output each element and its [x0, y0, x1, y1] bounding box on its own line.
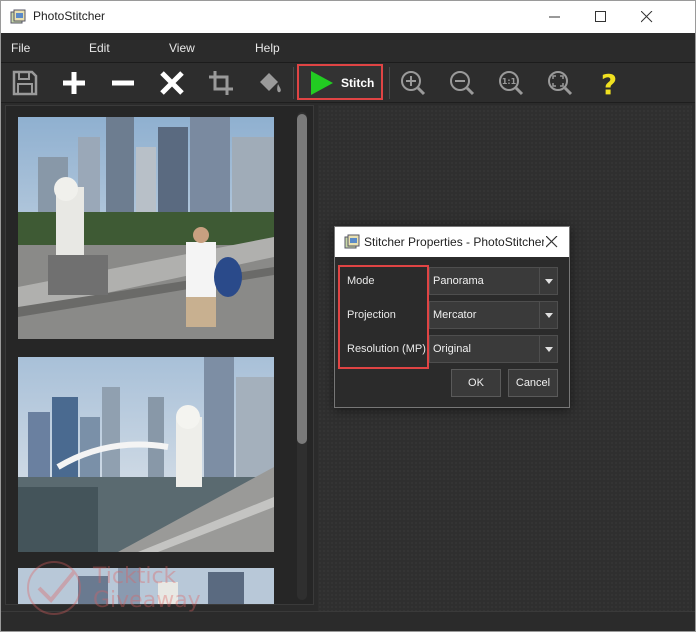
zoom-fit-button[interactable]	[542, 66, 578, 100]
menu-edit[interactable]: Edit	[89, 41, 110, 55]
watermark: Ticktick Giveaway	[19, 556, 229, 616]
mode-dropdown-arrow[interactable]	[539, 268, 557, 294]
menu-view[interactable]: View	[169, 41, 195, 55]
svg-text:1:1: 1:1	[502, 77, 517, 86]
minimize-button[interactable]	[532, 1, 578, 33]
watermark-line-1: Ticktick	[93, 564, 177, 589]
menu-file[interactable]: File	[11, 41, 30, 55]
zoom-actual-icon: 1:1	[499, 71, 524, 96]
resolution-value: Original	[433, 343, 471, 355]
help-icon: ?	[601, 69, 617, 97]
stitcher-properties-dialog: Stitcher Properties - PhotoStitcher Mode…	[334, 226, 570, 408]
dialog-close-button[interactable]	[541, 232, 563, 252]
mode-select[interactable]: Panorama	[429, 267, 558, 295]
dialog-title: Stitcher Properties - PhotoStitcher	[364, 235, 544, 249]
save-button[interactable]	[7, 66, 43, 100]
menu-bar: File Edit View Help	[1, 33, 695, 63]
app-window: PhotoStitcher File Edit View Help Stitch…	[0, 0, 696, 632]
zoom-actual-button[interactable]: 1:1	[493, 66, 529, 100]
toolbar: Stitch 1:1 ?	[1, 63, 695, 103]
projection-label: Projection	[347, 309, 396, 321]
help-button[interactable]: ?	[591, 66, 627, 100]
add-button[interactable]	[56, 66, 92, 100]
close-icon	[546, 236, 558, 248]
checkmark-logo	[27, 561, 81, 615]
zoom-in-icon	[401, 71, 426, 96]
save-icon	[12, 70, 38, 96]
zoom-in-button[interactable]	[395, 66, 431, 100]
title-bar: PhotoStitcher	[1, 1, 695, 33]
cancel-button[interactable]: Cancel	[508, 369, 558, 397]
chevron-down-icon	[545, 313, 553, 318]
resolution-label: Resolution (MP)	[347, 343, 426, 355]
photo-thumbnail-2[interactable]	[18, 357, 274, 552]
mode-value: Panorama	[433, 275, 484, 287]
toolbar-separator	[293, 67, 294, 99]
stitch-button[interactable]: Stitch	[297, 64, 383, 100]
remove-button[interactable]	[105, 66, 141, 100]
labels-highlight-box: Mode Projection Resolution (MP)	[338, 265, 429, 369]
play-icon	[311, 71, 333, 95]
maximize-icon	[595, 11, 606, 22]
menu-help[interactable]: Help	[255, 41, 280, 55]
close-icon	[641, 11, 653, 23]
photo-thumbnail-1[interactable]	[18, 117, 274, 339]
toolbar-separator	[389, 67, 390, 99]
close-window-button[interactable]	[624, 1, 670, 33]
projection-value: Mercator	[433, 309, 477, 321]
chevron-down-icon	[545, 279, 553, 284]
minimize-icon	[549, 16, 560, 18]
fill-bucket-icon	[260, 73, 281, 93]
thumbnail-panel	[5, 105, 314, 605]
crop-icon	[209, 71, 233, 95]
ok-button[interactable]: OK	[451, 369, 501, 397]
zoom-out-button[interactable]	[444, 66, 480, 100]
app-icon	[10, 9, 26, 24]
window-title: PhotoStitcher	[33, 9, 106, 23]
projection-select[interactable]: Mercator	[429, 301, 558, 329]
zoom-fit-icon	[548, 71, 573, 96]
fill-button[interactable]	[252, 66, 288, 100]
stitch-label: Stitch	[341, 76, 375, 90]
minus-icon	[112, 80, 134, 86]
crop-button[interactable]	[203, 66, 239, 100]
plus-icon	[63, 72, 85, 94]
zoom-out-icon	[450, 71, 475, 96]
svg-text:?: ?	[601, 69, 617, 97]
dialog-title-bar: Stitcher Properties - PhotoStitcher	[335, 227, 569, 257]
projection-dropdown-arrow[interactable]	[539, 302, 557, 328]
watermark-line-2: Giveaway	[93, 588, 201, 613]
maximize-button[interactable]	[578, 1, 624, 33]
chevron-down-icon	[545, 347, 553, 352]
close-icon	[160, 71, 184, 95]
resolution-select[interactable]: Original	[429, 335, 558, 363]
scrollbar-thumb[interactable]	[297, 114, 307, 444]
app-icon	[344, 234, 360, 249]
clear-button[interactable]	[154, 66, 190, 100]
mode-label: Mode	[347, 275, 375, 287]
resolution-dropdown-arrow[interactable]	[539, 336, 557, 362]
